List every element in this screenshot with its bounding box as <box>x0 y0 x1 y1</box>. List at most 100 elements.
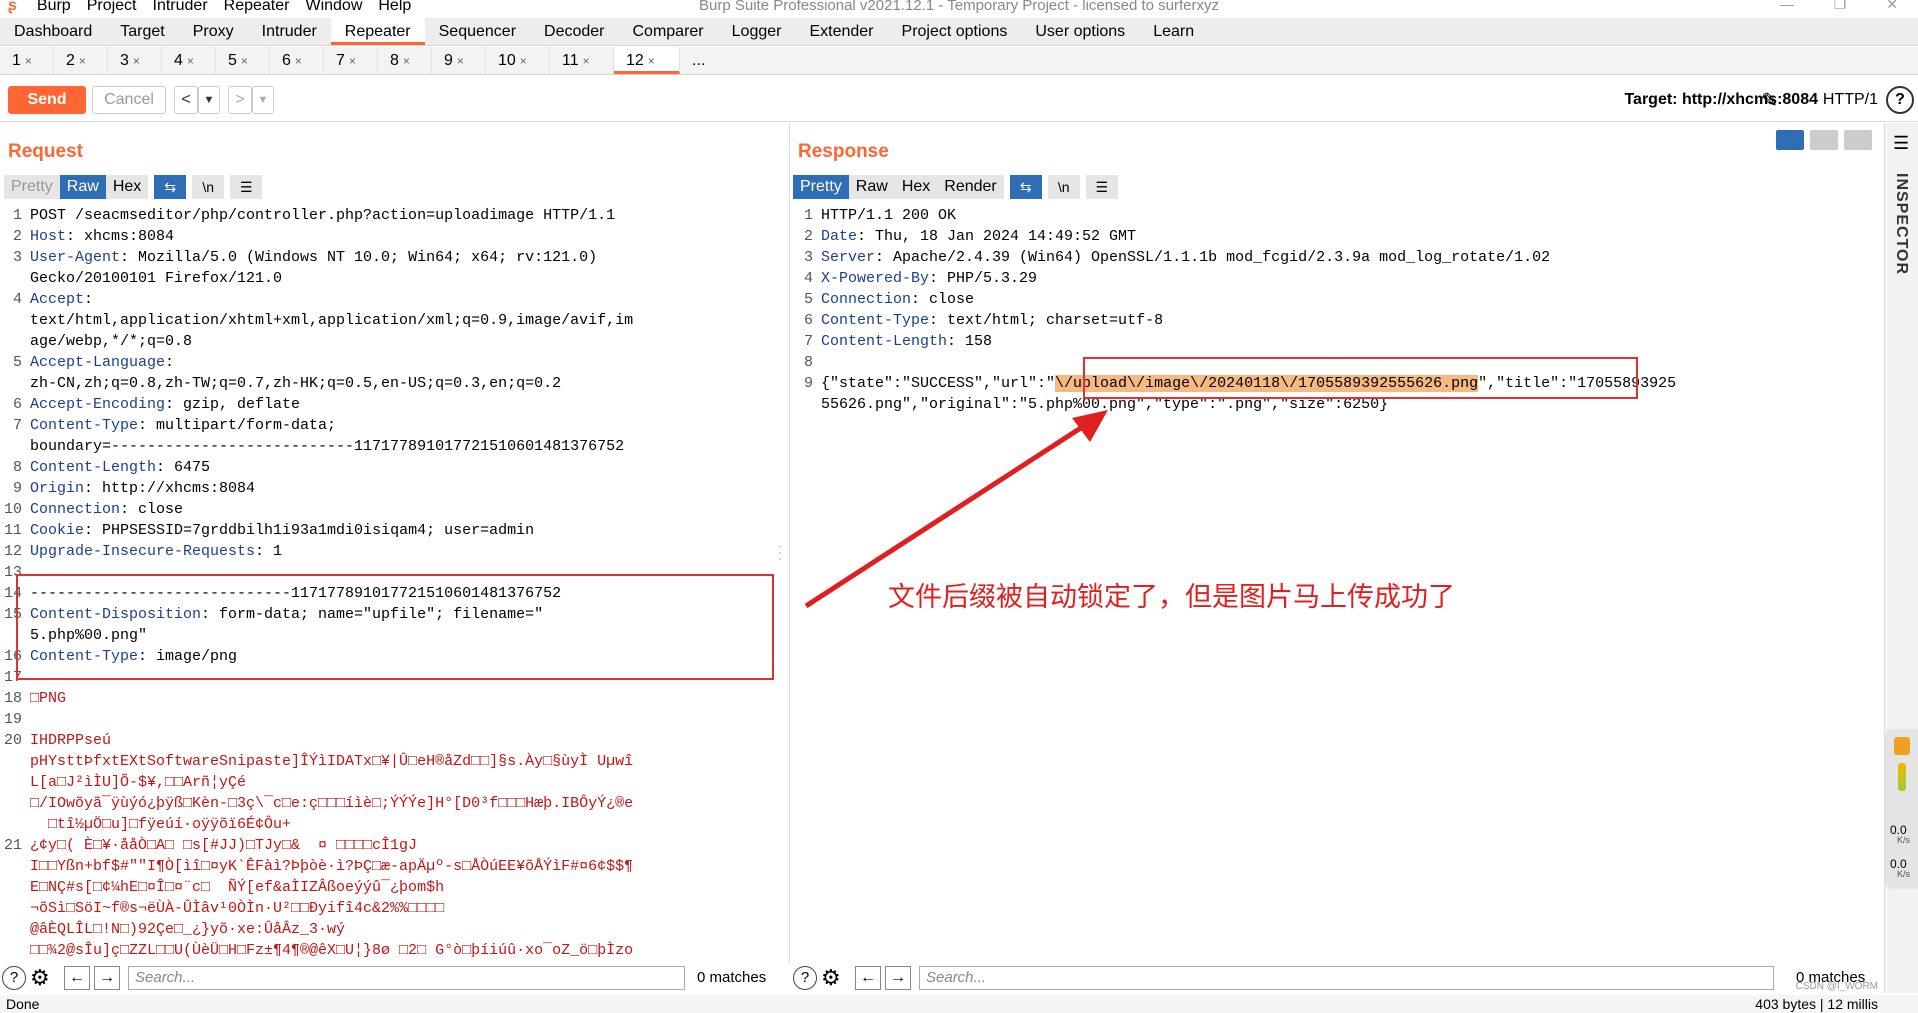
restore-icon[interactable]: ❐ <box>1834 0 1847 13</box>
tab-learn[interactable]: Learn <box>1139 18 1208 45</box>
header-value: : <box>165 354 175 371</box>
repeater-tab[interactable]: 4 × <box>162 47 216 74</box>
wrap-icon[interactable]: ⇆ <box>154 175 187 199</box>
previous-match-icon[interactable]: ← <box>855 966 881 990</box>
close-tab-icon[interactable]: × <box>648 54 655 68</box>
line-number: 10 <box>3 501 22 518</box>
more-tabs[interactable]: ... <box>680 47 734 74</box>
tab-target[interactable]: Target <box>106 18 178 45</box>
next-match-icon[interactable]: → <box>94 966 120 990</box>
menu-icon[interactable]: ☰ <box>1085 175 1118 199</box>
close-tab-icon[interactable]: × <box>583 54 590 68</box>
repeater-tab-active[interactable]: 12 × <box>614 47 680 74</box>
request-line: I□□Yßn+bf$#""I¶Ò[ìî□¤yK`ÊFàì?Þþòè·ì?ÞÇ□æ… <box>30 858 634 875</box>
cancel-button[interactable]: Cancel <box>92 86 166 114</box>
repeater-tab[interactable]: 3 × <box>108 47 162 74</box>
inspector-menu-icon[interactable]: ☰ <box>1893 133 1909 154</box>
view-pretty[interactable]: Pretty <box>4 175 60 199</box>
newline-icon[interactable]: \n <box>192 175 225 199</box>
response-search-bar: ? ⚙ ← → Search... 0 matches <box>791 963 1884 993</box>
tab-decoder[interactable]: Decoder <box>530 18 618 45</box>
minimize-icon[interactable]: — <box>1780 0 1794 13</box>
repeater-tab[interactable]: 8 × <box>378 47 432 74</box>
header-name: Accept-Language <box>30 354 166 371</box>
view-hex[interactable]: Hex <box>105 175 149 199</box>
target-label[interactable]: Target: http://xhcms:8084 <box>1624 91 1818 109</box>
close-tab-icon[interactable]: × <box>295 54 302 68</box>
repeater-tab[interactable]: 7 × <box>324 47 378 74</box>
close-tab-icon[interactable]: × <box>349 54 356 68</box>
status-text: Done <box>6 996 40 1012</box>
request-line: IHDRPPseú <box>30 732 112 749</box>
resize-handle-icon[interactable]: · · · <box>778 540 782 564</box>
close-tab-icon[interactable]: × <box>133 54 140 68</box>
repeater-tab[interactable]: 9 × <box>432 47 486 74</box>
repeater-tab[interactable]: 10 × <box>486 47 550 74</box>
tab-sequencer[interactable]: Sequencer <box>425 18 530 45</box>
back-icon[interactable]: < <box>174 86 198 114</box>
header-name: Origin <box>30 480 85 497</box>
view-raw[interactable]: Raw <box>59 175 106 199</box>
request-line: Host: xhcms:8084 <box>30 226 174 247</box>
line-number: 6 <box>803 312 813 329</box>
line-number: 4 <box>12 291 22 308</box>
tab-logger[interactable]: Logger <box>718 18 796 45</box>
repeater-tab[interactable]: 11 × <box>550 47 614 74</box>
repeater-tab[interactable]: 2 × <box>54 47 108 74</box>
view-pretty[interactable]: Pretty <box>793 175 849 199</box>
close-tab-icon[interactable]: × <box>457 54 464 68</box>
close-tab-icon[interactable]: × <box>403 54 410 68</box>
main-tabs: Dashboard Target Proxy Intruder Repeater… <box>0 18 1918 46</box>
request-line: E□NÇ#s[□¢¼hE□¤Î□¤¨c□ ÑÝ[ef&aÌIZÂßoeýýû¯¿… <box>30 879 445 896</box>
request-line: □/IOwõyã¯ÿùýó¿þÿß□Kèn-□3ç\¯c□e:ç□□□íìè□;… <box>30 795 634 812</box>
header-value: : http://xhcms:8084 <box>84 480 256 497</box>
header-name: Content-Type <box>30 417 139 434</box>
next-match-icon[interactable]: → <box>885 966 911 990</box>
view-render[interactable]: Render <box>937 175 1004 199</box>
close-tab-icon[interactable]: × <box>25 54 32 68</box>
help-icon[interactable]: ? <box>793 966 817 990</box>
back-dropdown-icon[interactable]: ▼ <box>198 86 220 114</box>
tab-dashboard[interactable]: Dashboard <box>0 18 106 45</box>
tab-repeater[interactable]: Repeater <box>330 18 425 45</box>
forward-dropdown-icon[interactable]: ▼ <box>252 86 274 114</box>
close-icon[interactable]: ✕ <box>1886 0 1898 13</box>
close-tab-icon[interactable]: × <box>241 54 248 68</box>
repeater-tab[interactable]: 1 × <box>0 47 54 74</box>
wrap-icon[interactable]: ⇆ <box>1009 175 1042 199</box>
settings-gear-icon[interactable]: ⚙ <box>30 965 50 991</box>
tab-project-options[interactable]: Project options <box>888 18 1022 45</box>
request-search-input[interactable]: Search... <box>128 966 685 990</box>
help-icon[interactable]: ? <box>2 966 26 990</box>
menu-icon[interactable]: ☰ <box>230 175 263 199</box>
tab-proxy[interactable]: Proxy <box>179 18 248 45</box>
line-number: 9 <box>12 480 22 497</box>
close-tab-icon[interactable]: × <box>79 54 86 68</box>
tab-user-options[interactable]: User options <box>1021 18 1139 45</box>
http-version[interactable]: HTTP/1 <box>1823 91 1878 109</box>
inspector-label: INSPECTOR <box>1893 173 1910 276</box>
inspector-panel[interactable]: ☰ INSPECTOR 0.0 K/s 0.0 K/s <box>1884 123 1918 993</box>
send-button[interactable]: Send <box>8 86 86 114</box>
repeater-tab[interactable]: 6 × <box>270 47 324 74</box>
tab-comparer[interactable]: Comparer <box>619 18 718 45</box>
settings-gear-icon[interactable]: ⚙ <box>821 965 841 991</box>
header-name: Content-Length <box>30 459 157 476</box>
view-raw[interactable]: Raw <box>848 175 895 199</box>
line-number: 8 <box>803 354 813 371</box>
edit-pencil-icon[interactable]: ✎ <box>1761 88 1778 113</box>
forward-icon[interactable]: > <box>228 86 252 114</box>
previous-match-icon[interactable]: ← <box>64 966 90 990</box>
close-tab-icon[interactable]: × <box>187 54 194 68</box>
help-icon[interactable]: ? <box>1886 86 1914 114</box>
header-value: : Mozilla/5.0 (Windows NT 10.0; Win64; x… <box>120 249 598 266</box>
tab-intruder[interactable]: Intruder <box>248 18 331 45</box>
newline-icon[interactable]: \n <box>1047 175 1080 199</box>
close-tab-icon[interactable]: × <box>520 54 527 68</box>
repeater-tab[interactable]: 5 × <box>216 47 270 74</box>
request-line: ¬õSì□SöI~f®s¬ëÙÀ-ÛÌâv¹0ÒÌn·U²□□Ðyifî4c&2… <box>30 900 445 917</box>
tab-extender[interactable]: Extender <box>795 18 887 45</box>
response-search-input[interactable]: Search... <box>919 966 1774 990</box>
response-view-bar: Pretty Raw Hex Render ⇆ \n ☰ <box>793 175 1118 199</box>
view-hex[interactable]: Hex <box>894 175 938 199</box>
